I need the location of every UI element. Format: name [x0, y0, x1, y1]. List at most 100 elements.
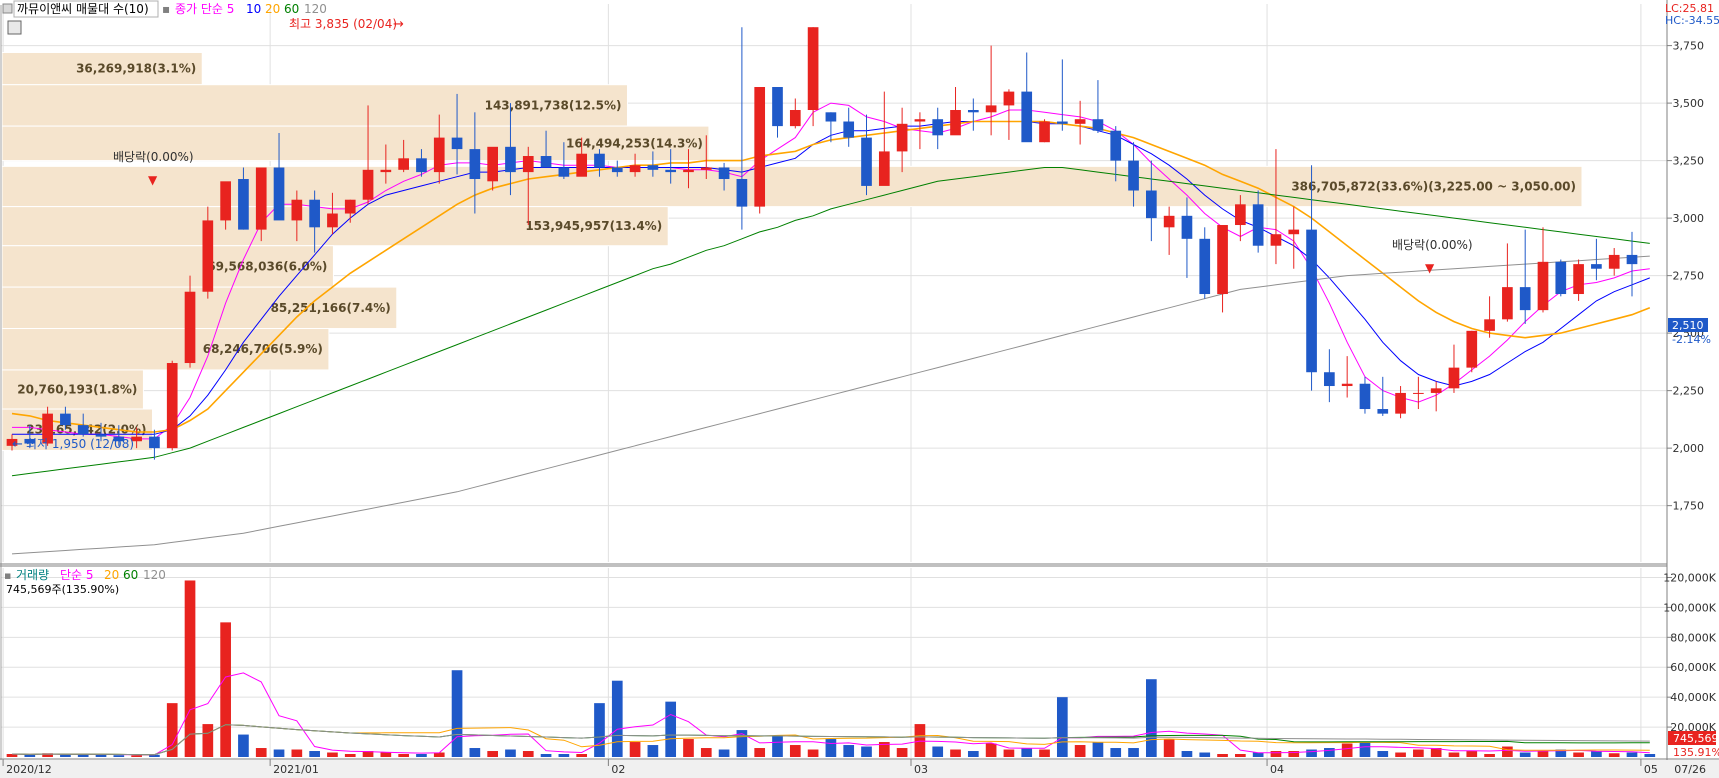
volume-bar: [1217, 754, 1228, 757]
candle-body: [1484, 319, 1495, 331]
candle-body: [700, 167, 712, 170]
date-label: 2020/12: [6, 763, 52, 776]
volume-bar: [754, 748, 766, 757]
volume-bar: [1270, 751, 1282, 757]
candle-body: [594, 153, 605, 168]
candle-body: [487, 146, 498, 182]
candle-body: [950, 110, 961, 136]
volume-bar: [718, 749, 730, 757]
volume-profile-label: 164,494,253(14.3%): [566, 136, 703, 150]
volume-bar: [202, 724, 214, 757]
volume-tick-label: 40,000K: [1670, 691, 1716, 704]
volume-bar: [967, 751, 979, 757]
candle-body: [736, 179, 748, 207]
date-label-end: 07/26: [1674, 763, 1706, 776]
volume-bar: [522, 751, 534, 757]
candle-body: [914, 119, 926, 122]
candle-body: [1466, 330, 1478, 368]
volume-bar: [1074, 745, 1086, 757]
legend-ma10: 10: [246, 2, 261, 16]
current-volume-tag: 745,569 135.91%: [1668, 731, 1719, 759]
candle-body: [540, 156, 552, 168]
candle-body: [1110, 130, 1122, 161]
volume-bar: [291, 749, 303, 757]
volume-bar: [1003, 749, 1015, 757]
legend-ma60: 60: [284, 2, 299, 16]
candle-body: [1341, 383, 1353, 387]
price-tick-label: 1,750: [1673, 500, 1705, 513]
candle-body: [878, 151, 890, 186]
volume-bar: [416, 754, 427, 757]
candle-body: [273, 167, 285, 221]
settings-icon[interactable]: [7, 20, 22, 35]
candle-body: [647, 165, 659, 170]
volume-bar: [469, 748, 481, 757]
volume-bar: [1466, 751, 1478, 757]
dividend-label-2: 배당락(0.00%): [1392, 238, 1473, 252]
volume-profile-label: 68,246,706(5.9%): [203, 342, 323, 356]
candle-body: [166, 363, 178, 449]
volume-bar: [1039, 749, 1050, 757]
volume-bar: [1128, 748, 1139, 757]
candle-body: [1591, 264, 1602, 269]
volume-bar: [1146, 679, 1157, 757]
date-label: 2021/01: [273, 763, 319, 776]
candle-body: [309, 199, 320, 228]
candle-body: [220, 181, 231, 221]
price-tick-label: 3,750: [1673, 40, 1705, 53]
volume-bar: [505, 749, 516, 757]
candle-body: [1377, 409, 1389, 414]
volume-bar: [1591, 751, 1602, 757]
candle-body: [1608, 254, 1620, 269]
volume-bar: [327, 752, 338, 757]
volume-bar: [700, 748, 712, 757]
volume-bar: [825, 739, 837, 757]
volume-bar: [665, 701, 677, 757]
stock-chart[interactable]: 36,269,918(3.1%) 143,891,738(12.5%) 164,49…: [0, 0, 1719, 778]
candle-body: [1146, 190, 1157, 219]
chart-title[interactable]: 까뮤이앤씨 매물대 수(10): [17, 2, 149, 16]
volume-bar: [896, 748, 908, 757]
volume-bar: [558, 754, 570, 757]
candle-body: [1056, 121, 1068, 124]
volume-bar: [1092, 742, 1104, 757]
current-change: -2.14%: [1672, 333, 1711, 346]
volume-bar: [861, 746, 872, 757]
candle-body: [807, 27, 819, 111]
current-volume: 745,569: [1673, 732, 1719, 745]
date-label: 02: [611, 763, 625, 776]
volume-bar: [113, 755, 125, 757]
date-label: 03: [914, 763, 928, 776]
candle-body: [433, 137, 445, 173]
price-tick-label: 3,000: [1673, 212, 1705, 225]
volume-bar: [131, 755, 142, 757]
volume-bar: [594, 703, 605, 757]
candle-body: [1519, 287, 1531, 311]
legend-vol-ma20: 20: [104, 568, 119, 582]
candle-body: [1252, 204, 1264, 246]
candle-body: [291, 199, 303, 221]
volume-bar: [380, 752, 392, 757]
candle-body: [718, 167, 730, 180]
candle-body: [1448, 367, 1460, 389]
candle-body: [380, 169, 392, 173]
candle-body: [184, 291, 196, 364]
candle-body: [1199, 238, 1211, 295]
candle-body: [1270, 234, 1282, 246]
candle-body: [451, 137, 463, 150]
candle-body: [611, 167, 623, 173]
price-tick-label: 2,250: [1673, 385, 1705, 398]
candle-body: [1039, 121, 1050, 143]
volume-bar: [1199, 752, 1211, 757]
volume-bar: [1306, 749, 1317, 757]
legend-vol-ma60: 60: [123, 568, 138, 582]
low-note: 최저 1,950 (12/08): [26, 437, 134, 451]
candle-body: [1074, 119, 1086, 124]
candle-body: [1573, 264, 1584, 295]
volume-bar: [789, 745, 801, 757]
volume-bar: [273, 749, 285, 757]
volume-bar: [1537, 751, 1549, 757]
candle-body: [255, 167, 267, 230]
candle-body: [558, 167, 570, 177]
legend-vol-ma120: 120: [143, 568, 166, 582]
